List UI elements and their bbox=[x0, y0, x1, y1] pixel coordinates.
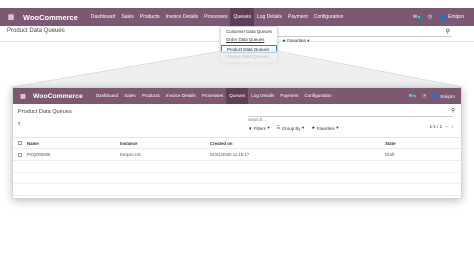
clock-icon[interactable]: ◷ bbox=[428, 14, 432, 20]
user-name: Emipro bbox=[448, 14, 464, 20]
pager-value[interactable]: 1-1 / 1 bbox=[430, 124, 442, 129]
favorites-label: Favorites bbox=[316, 125, 335, 131]
empty-row bbox=[13, 184, 461, 196]
menu-dashboard[interactable]: Dashboard bbox=[88, 8, 118, 26]
menu-products[interactable]: Products bbox=[139, 88, 163, 104]
menu-payment[interactable]: Payment bbox=[285, 8, 311, 26]
menu-log-details[interactable]: Log Details bbox=[254, 8, 285, 26]
menu-sales[interactable]: Sales bbox=[118, 8, 137, 26]
chat-badge: 5 bbox=[417, 15, 421, 19]
menu-invoice-details[interactable]: Invoice Details bbox=[163, 88, 199, 104]
menu-products[interactable]: Products bbox=[137, 8, 163, 26]
chevron-left-icon[interactable]: ‹ bbox=[446, 124, 447, 129]
zoomed-product-data-queues-view: ▦ WooCommerce Dashboard Sales Products I… bbox=[12, 87, 462, 199]
clock-icon[interactable]: ◷ bbox=[422, 93, 426, 99]
queue-list: Name Instance Created on State PSQ000006… bbox=[13, 138, 461, 196]
menu-queues[interactable]: Queues bbox=[230, 8, 254, 26]
navbar-right: ✉ 5 ◷ Emipro bbox=[413, 13, 474, 21]
user-menu[interactable]: Emipro bbox=[432, 93, 455, 99]
group-by-label: Group By bbox=[281, 125, 301, 131]
apps-grid-icon[interactable]: ▦ bbox=[5, 11, 17, 23]
cell-state: Draft bbox=[385, 152, 395, 157]
menu-dashboard[interactable]: Dashboard bbox=[93, 88, 121, 104]
dropdown-order-data-queues[interactable]: Order Data Queues bbox=[221, 36, 277, 44]
column-name[interactable]: Name bbox=[27, 141, 120, 146]
chevron-right-icon[interactable]: › bbox=[452, 124, 453, 129]
control-panel: Product Data Queues ⚲ ⤒ ▼Filters▾ ☰Group… bbox=[13, 104, 461, 138]
navbar-right: ✉ 5 ◷ Emipro bbox=[409, 93, 461, 99]
group-by-icon: ☰ bbox=[276, 125, 281, 130]
user-menu[interactable]: Emipro bbox=[439, 13, 464, 21]
favorites-button[interactable]: ★ Favorites ▾ bbox=[282, 38, 309, 44]
favorites-label: Favorites bbox=[287, 38, 306, 43]
empty-row bbox=[13, 161, 461, 173]
page-title: Product Data Queues bbox=[18, 109, 72, 115]
avatar bbox=[439, 13, 447, 21]
page-title: Product Data Queues bbox=[7, 28, 65, 34]
menu-queues[interactable]: Queues bbox=[226, 88, 249, 104]
apps-grid-icon[interactable]: ▦ bbox=[18, 91, 28, 101]
cell-created-on: 01/01/2020 11:18:17 bbox=[210, 152, 250, 157]
menu-payment[interactable]: Payment bbox=[277, 88, 301, 104]
dropdown-coupon-data-queues[interactable]: Coupon Data Queues bbox=[221, 53, 277, 61]
pager: 1-1 / 1 ‹ › bbox=[430, 124, 453, 129]
group-by-button[interactable]: ☰ Group By ▾ bbox=[277, 125, 305, 131]
chat-badge: 5 bbox=[412, 94, 417, 98]
search-options: ▼ Filters ▾ ☰ Group By ▾ ★ Favorites ▾ bbox=[248, 125, 338, 131]
table-row[interactable]: PSQ000006 Emipro US 01/01/2020 11:18:17 … bbox=[13, 149, 461, 161]
menu-log-details[interactable]: Log Details bbox=[248, 88, 277, 104]
row-checkbox[interactable] bbox=[18, 152, 22, 157]
filter-icon: ▼ bbox=[248, 125, 253, 131]
menu-processes[interactable]: Processes bbox=[201, 8, 230, 26]
column-instance[interactable]: Instance bbox=[120, 141, 210, 146]
search-icon[interactable]: ⚲ bbox=[446, 28, 450, 35]
menu-invoice-details[interactable]: Invoice Details bbox=[163, 8, 202, 26]
background-navbar: ▦ WooCommerce Dashboard Sales Products I… bbox=[0, 8, 474, 26]
dropdown-product-data-queues[interactable]: Product Data Queues bbox=[221, 44, 277, 53]
search-input[interactable] bbox=[248, 117, 453, 122]
table-header: Name Instance Created on State bbox=[13, 138, 461, 149]
foreground-navbar: ▦ WooCommerce Dashboard Sales Products I… bbox=[13, 88, 461, 104]
filters-label: Filters bbox=[253, 125, 266, 131]
brand-label: WooCommerce bbox=[23, 12, 78, 22]
chat-icon[interactable]: ✉ 5 bbox=[409, 93, 417, 99]
import-icon[interactable]: ⤒ bbox=[18, 122, 20, 128]
star-icon: ★ bbox=[311, 125, 316, 130]
cell-name: PSQ000006 bbox=[27, 152, 51, 157]
search-icon[interactable]: ⚲ bbox=[451, 108, 455, 114]
menu-configuration[interactable]: Configuration bbox=[311, 8, 347, 26]
favorites-button[interactable]: ★ Favorites ▾ bbox=[311, 125, 338, 131]
column-created-on[interactable]: Created on bbox=[210, 141, 385, 146]
avatar bbox=[432, 93, 439, 99]
queues-dropdown: Customer Data Queues Order Data Queues P… bbox=[220, 26, 278, 64]
search-box bbox=[248, 108, 453, 122]
empty-row bbox=[13, 173, 461, 184]
filters-button[interactable]: ▼ Filters ▾ bbox=[248, 125, 270, 131]
user-name: Emipro bbox=[440, 93, 455, 99]
menu-sales[interactable]: Sales bbox=[121, 88, 139, 104]
menu-processes[interactable]: Processes bbox=[199, 88, 226, 104]
dropdown-customer-data-queues[interactable]: Customer Data Queues bbox=[221, 28, 277, 36]
brand-label: WooCommerce bbox=[33, 92, 83, 100]
select-all-checkbox[interactable] bbox=[18, 141, 22, 145]
menu-configuration[interactable]: Configuration bbox=[301, 88, 334, 104]
cell-instance: Emipro US bbox=[120, 152, 141, 157]
chat-icon[interactable]: ✉ 5 bbox=[413, 14, 421, 20]
column-state[interactable]: State bbox=[385, 141, 445, 146]
